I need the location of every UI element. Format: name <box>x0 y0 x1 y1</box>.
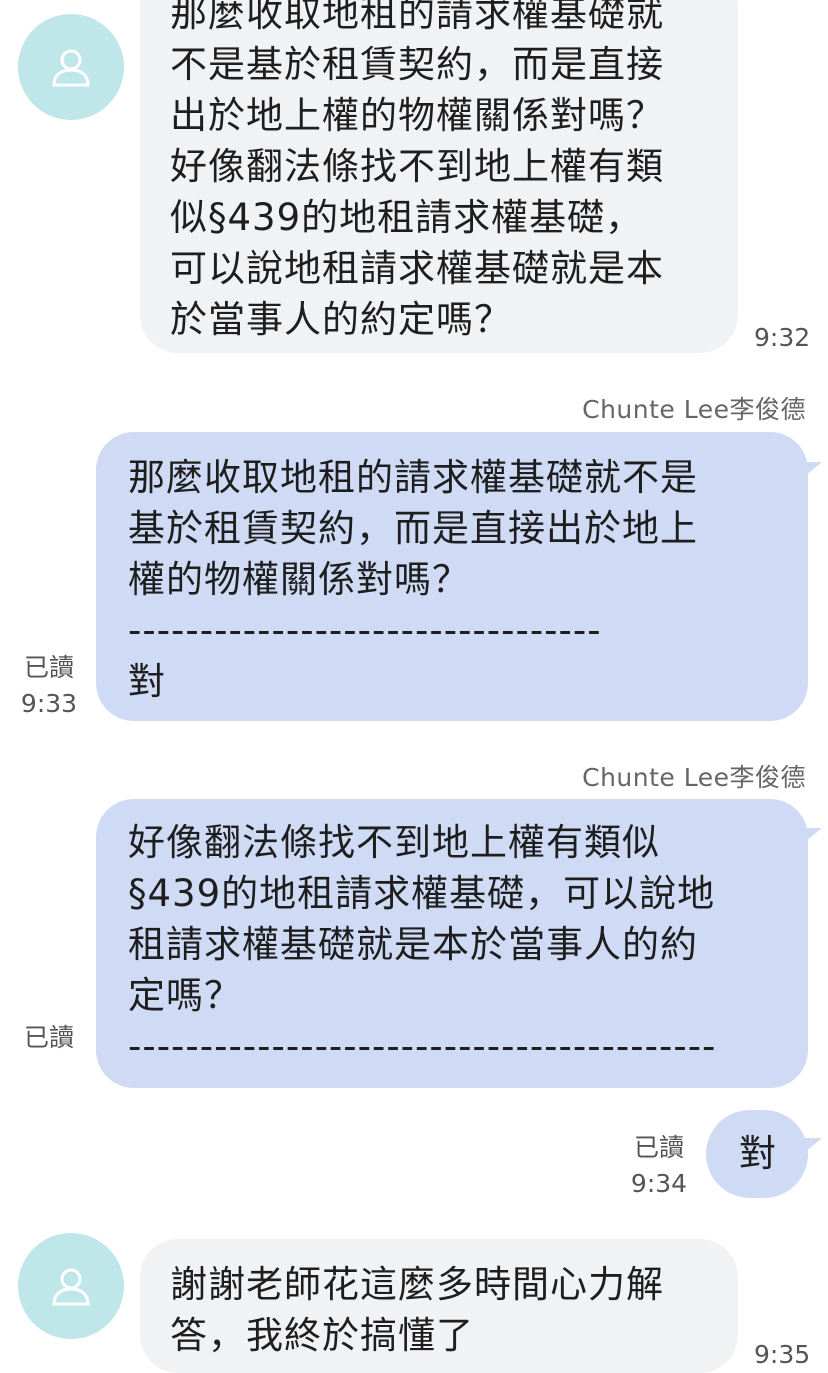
incoming-message-bubble[interactable]: 謝謝老師花這麼多時間心力解 答，我終於搞懂了 <box>140 1239 738 1373</box>
read-status: 已讀 9:34 <box>630 1130 688 1202</box>
read-label: 已讀 <box>23 1023 74 1052</box>
sender-name: Chunte Lee李俊德 <box>582 763 806 792</box>
sender-name: Chunte Lee李俊德 <box>582 395 806 424</box>
message-timestamp: 9:34 <box>630 1169 688 1198</box>
contact-avatar[interactable] <box>18 14 124 120</box>
message-text: 對 <box>739 1132 777 1175</box>
bubble-tail <box>800 462 822 480</box>
contact-avatar[interactable] <box>18 1233 124 1339</box>
user-icon <box>52 49 90 87</box>
outgoing-message-bubble[interactable]: 對 <box>706 1110 808 1198</box>
outgoing-message-bubble[interactable]: 好像翻法條找不到地上權有類似 §439的地租請求權基礎，可以說地 租請求權基礎就… <box>96 799 808 1088</box>
read-label: 已讀 <box>633 1133 684 1162</box>
message-text: 那麼收取地租的請求權基礎就 不是基於租賃契約，而是直接 出於地上權的物權關係對嗎… <box>170 0 664 341</box>
user-icon <box>52 1268 90 1306</box>
read-status: 已讀 9:33 <box>20 650 78 722</box>
bubble-tail <box>800 1138 822 1156</box>
incoming-message-bubble[interactable]: 那麼收取地租的請求權基礎就 不是基於租賃契約，而是直接 出於地上權的物權關係對嗎… <box>140 0 738 353</box>
message-text: 好像翻法條找不到地上權有類似 §439的地租請求權基礎，可以說地 租請求權基礎就… <box>128 821 717 1068</box>
message-timestamp: 9:35 <box>754 1340 811 1369</box>
read-label: 已讀 <box>23 653 74 682</box>
bubble-tail <box>800 828 822 846</box>
message-timestamp: 9:32 <box>754 323 811 352</box>
message-text: 謝謝老師花這麼多時間心力解 答，我終於搞懂了 <box>170 1263 664 1357</box>
outgoing-message-bubble[interactable]: 那麼收取地租的請求權基礎就不是 基於租賃契約，而是直接出於地上 權的物權關係對嗎… <box>96 432 808 721</box>
read-status: 已讀 <box>20 1020 78 1056</box>
message-timestamp: 9:33 <box>20 689 78 718</box>
message-text: 那麼收取地租的請求權基礎就不是 基於租賃契約，而是直接出於地上 權的物權關係對嗎… <box>128 456 698 703</box>
